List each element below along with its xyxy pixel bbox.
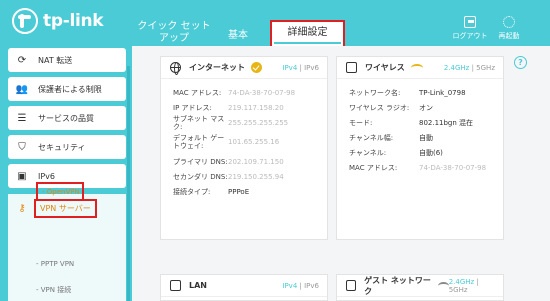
- wireless-card-header: ワイヤレス 2.4GHz | 5GHz: [337, 57, 503, 79]
- sidebar-item-security[interactable]: ⛉ セキュリティ: [8, 135, 126, 159]
- tp-link-logo-icon: [12, 8, 38, 34]
- sidebar-item-label: 保護者による制限: [38, 84, 102, 94]
- guest-band-toggle[interactable]: 2.4GHz | 5GHz: [449, 278, 495, 294]
- sidebar-item-parental[interactable]: 👥 保護者による制限: [8, 77, 126, 101]
- wireless-row: ワイヤレス ラジオ: オン: [349, 103, 433, 112]
- tab-advanced[interactable]: 詳細設定: [270, 20, 345, 48]
- sidebar-item-label: サービスの品質: [38, 113, 94, 123]
- sidebar-subitem-pptp[interactable]: - PPTP VPN: [36, 260, 74, 268]
- internet-title: インターネット: [189, 63, 245, 72]
- ipv4-toggle[interactable]: IPv4: [282, 64, 297, 72]
- internet-row: IP アドレス: 219.117.158.20: [173, 103, 284, 112]
- lan-title: LAN: [189, 281, 207, 290]
- guest-band-24ghz-toggle[interactable]: 2.4GHz: [449, 278, 475, 286]
- tab-quick-setup[interactable]: クイック セット アップ: [133, 21, 215, 45]
- lan-ipv4-toggle[interactable]: IPv4: [282, 282, 297, 290]
- internet-row: MAC アドレス: 74-DA-38-70-07-98: [173, 88, 296, 97]
- internet-row: セカンダリ DNS: 219.150.255.94: [173, 172, 284, 181]
- reboot-button[interactable]: 再起動: [491, 16, 527, 41]
- sidebar-subitem-openvpn[interactable]: - OpenVPN: [36, 182, 84, 201]
- lan-ip-mode-toggle[interactable]: IPv4 | IPv6: [282, 282, 319, 290]
- sidebar-subitem-vpn-connection[interactable]: - VPN 接続: [36, 285, 71, 295]
- ipv6-toggle[interactable]: IPv6: [304, 64, 319, 72]
- band-24ghz-toggle[interactable]: 2.4GHz: [444, 64, 470, 72]
- internet-card: インターネット IPv4 | IPv6 MAC アドレス: 74-DA-38-70…: [160, 56, 328, 240]
- wireless-row: MAC アドレス: 74-DA-38-70-07-98: [349, 163, 487, 172]
- wifi-icon: [410, 63, 423, 72]
- wireless-row: モード: 802.11bgn 混在: [349, 118, 474, 127]
- sidebar-item-label: VPN サーバー: [34, 198, 97, 218]
- wireless-row: チャンネル: 自動(6): [349, 148, 443, 157]
- parental-icon: 👥: [15, 83, 29, 95]
- lan-icon: [170, 280, 181, 291]
- wireless-row: ネットワーク名: TP-Link_0798: [349, 88, 466, 97]
- sidebar-item-label: NAT 転送: [38, 55, 73, 65]
- qos-icon: ☰: [17, 112, 27, 124]
- help-icon[interactable]: ?: [514, 56, 527, 69]
- sidebar-item-label: セキュリティ: [38, 142, 86, 152]
- ipv6-icon: ▣: [17, 170, 27, 182]
- internet-row: デフォルト ゲートウェイ: 101.65.255.16: [173, 134, 280, 150]
- wireless-row: チャンネル幅: 自動: [349, 133, 433, 142]
- lan-card: LAN IPv4 | IPv6: [160, 274, 328, 301]
- guest-network-icon: [346, 280, 357, 291]
- tab-basic[interactable]: 基本: [225, 30, 251, 42]
- wireless-title: ワイヤレス: [365, 63, 405, 72]
- guest-card-header: ゲスト ネットワーク 2.4GHz | 5GHz: [337, 275, 503, 297]
- guest-network-card: ゲスト ネットワーク 2.4GHz | 5GHz: [336, 274, 504, 301]
- sidebar-item-label: IPv6: [38, 171, 56, 181]
- logout-button[interactable]: ログアウト: [452, 16, 488, 41]
- band-toggle[interactable]: 2.4GHz | 5GHz: [444, 64, 495, 72]
- wifi-icon: [437, 281, 449, 290]
- tab-advanced-label: 詳細設定: [274, 24, 341, 44]
- globe-icon: [170, 62, 181, 75]
- key-icon: ⚷: [18, 202, 26, 214]
- ip-mode-toggle[interactable]: IPv4 | IPv6: [282, 64, 319, 72]
- brand-name: tp-link: [43, 11, 104, 31]
- band-5ghz-toggle[interactable]: 5GHz: [476, 64, 495, 72]
- logout-icon: [464, 16, 476, 28]
- wireless-card: ワイヤレス 2.4GHz | 5GHz ネットワーク名: TP-Link_0798…: [336, 56, 504, 240]
- reboot-label: 再起動: [498, 32, 520, 40]
- internet-row: 接続タイプ: PPPoE: [173, 187, 250, 196]
- internet-row: プライマリ DNS: 202.109.71.150: [173, 157, 284, 166]
- wireless-icon: [346, 62, 357, 73]
- tp-link-logo: tp-link: [12, 8, 104, 34]
- lan-ipv6-toggle[interactable]: IPv6: [304, 282, 319, 290]
- internet-row: サブネット マスク: 255.255.255.255: [173, 114, 289, 131]
- sidebar-scrollbar[interactable]: [127, 66, 130, 301]
- sidebar-item-qos[interactable]: ☰ サービスの品質: [8, 106, 126, 130]
- lan-card-header: LAN IPv4 | IPv6: [161, 275, 327, 297]
- guest-band-5ghz-toggle[interactable]: 5GHz: [449, 286, 468, 294]
- guest-title: ゲスト ネットワーク: [364, 275, 431, 296]
- shield-icon: ⛉: [18, 141, 26, 153]
- internet-card-header: インターネット IPv4 | IPv6: [161, 57, 327, 79]
- sidebar-item-nat[interactable]: ⟳ NAT 転送: [8, 48, 126, 72]
- logout-label: ログアウト: [452, 32, 488, 40]
- connected-check-icon: [251, 62, 262, 73]
- nat-icon: ⟳: [17, 54, 27, 66]
- reboot-icon: [503, 16, 515, 28]
